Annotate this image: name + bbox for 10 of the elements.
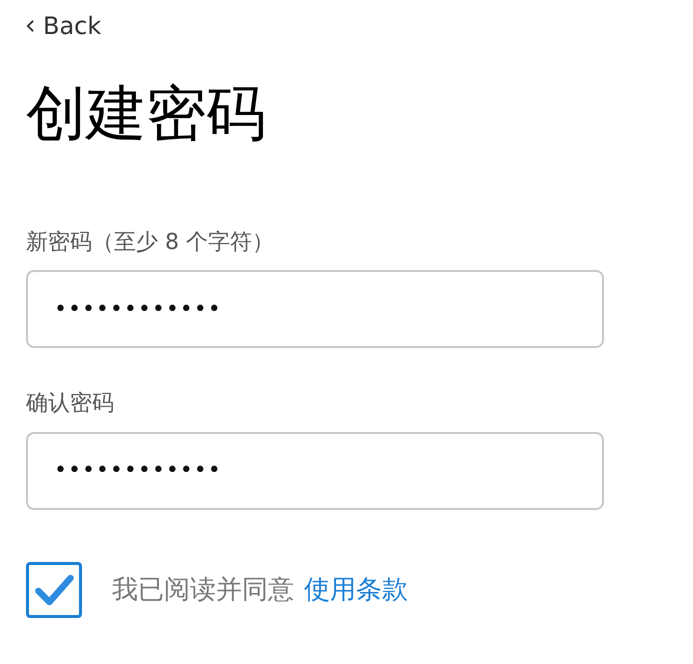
password-field[interactable]: ••••••••••••	[26, 270, 604, 348]
field-label: 确认密码	[26, 391, 114, 418]
terms-link[interactable]: 使用条款	[304, 572, 408, 608]
chevron-left-icon	[26, 19, 35, 33]
agreement-text: 我已阅读并同意	[112, 574, 294, 608]
field-label: 新密码（至少 8 个字符）	[26, 230, 274, 256]
checkbox[interactable]	[26, 562, 82, 618]
back-link[interactable]: Back	[26, 12, 102, 40]
page-title: 创建密码	[26, 78, 266, 150]
password-field[interactable]: ••••••••••••	[26, 432, 604, 510]
